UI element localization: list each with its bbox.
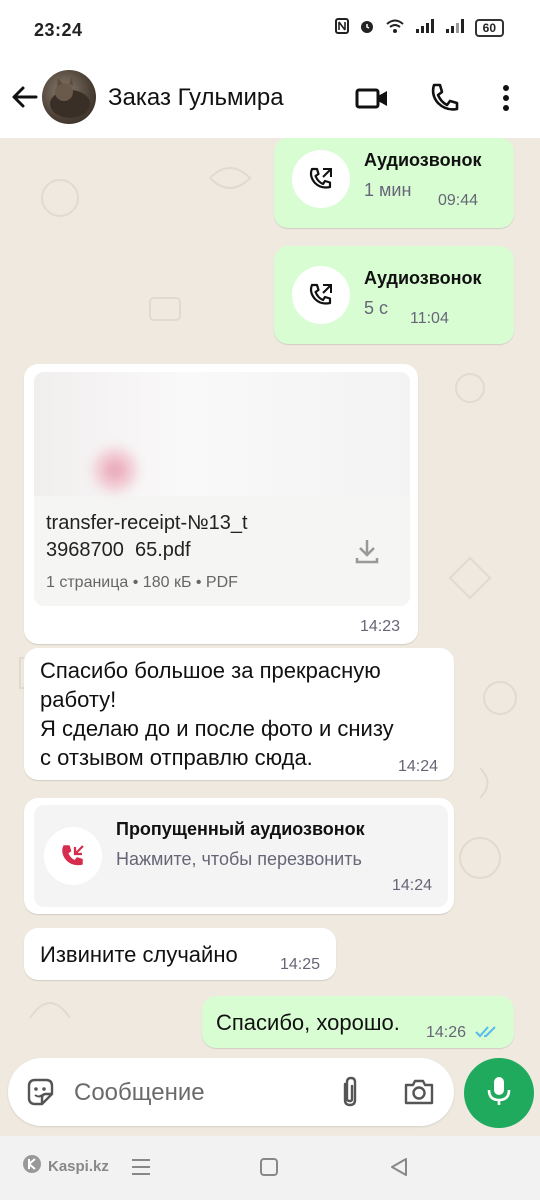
- menu-nav-icon[interactable]: [130, 1156, 152, 1183]
- message-composer: [8, 1058, 454, 1126]
- message-bubble[interactable]: Извините случайно 14:25: [24, 928, 336, 980]
- kaspi-watermark: Kaspi.kz: [22, 1154, 109, 1178]
- status-icons: 60: [334, 18, 504, 37]
- nfc-icon: [334, 18, 349, 37]
- kaspi-logo-icon: [22, 1154, 42, 1178]
- status-time: 23:24: [34, 20, 83, 40]
- wifi-icon: [385, 18, 405, 37]
- message-input[interactable]: [72, 1074, 326, 1112]
- alarm-icon: [359, 18, 375, 37]
- camera-icon[interactable]: [402, 1076, 436, 1113]
- outgoing-call-icon: [292, 150, 350, 208]
- video-call-icon[interactable]: [354, 80, 390, 116]
- system-nav-bar: Kaspi.kz: [0, 1136, 540, 1200]
- chat-header: Заказ Гульмира: [0, 62, 540, 138]
- document-name: transfer-receipt-№13_t 3968700 ⁠‍⁠ ‍⁠65.…: [46, 512, 248, 561]
- call-title: Аудиозвонок: [364, 150, 482, 170]
- message-text: Спасибо большое за прекрасную работу! Я …: [40, 658, 394, 770]
- download-icon[interactable]: [352, 536, 382, 571]
- message-bubble[interactable]: Спасибо большое за прекрасную работу! Я …: [24, 648, 454, 780]
- missed-call-title: Пропущенный аудиозвонок: [116, 819, 365, 839]
- call-duration: 1 мин: [364, 180, 412, 200]
- home-nav-icon[interactable]: [258, 1156, 280, 1183]
- call-bubble-1[interactable]: Аудиозвонок 1 мин 09:44: [274, 138, 514, 228]
- voice-call-icon[interactable]: [426, 80, 462, 116]
- message-text: Извините случайно: [40, 942, 238, 967]
- message-time: 14:24: [398, 758, 439, 775]
- voice-record-button[interactable]: [464, 1058, 534, 1128]
- message-time: 14:25: [280, 956, 321, 973]
- attach-icon[interactable]: [338, 1074, 362, 1115]
- contact-name[interactable]: Заказ Гульмира: [108, 84, 284, 112]
- message-time: 09:44: [438, 192, 479, 209]
- read-ticks-icon: [474, 1024, 500, 1045]
- missed-call-subtitle: Нажмите, чтобы перезвонить: [116, 849, 362, 869]
- call-title: Аудиозвонок: [364, 268, 482, 288]
- back-arrow-icon[interactable]: [10, 82, 40, 112]
- chat-area[interactable]: Аудиозвонок 1 мин 09:44 Аудиозвонок 5 с …: [0, 138, 540, 1060]
- message-time: 14:26: [426, 1024, 467, 1041]
- message-bubble-outgoing[interactable]: Спасибо, хорошо. 14:26: [202, 996, 514, 1048]
- document-preview[interactable]: [34, 372, 410, 496]
- emoji-sticker-icon[interactable]: [24, 1076, 56, 1113]
- document-card[interactable]: transfer-receipt-№13_t 3968700 ⁠‍⁠ ‍⁠65.…: [34, 372, 410, 606]
- signal-icon: [415, 18, 435, 37]
- message-time: 14:23: [360, 618, 401, 635]
- message-time: 14:24: [392, 877, 433, 894]
- microphone-icon: [484, 1074, 514, 1113]
- status-bar: 23:24 60: [0, 0, 540, 62]
- contact-avatar[interactable]: [42, 70, 96, 124]
- back-nav-icon[interactable]: [388, 1156, 410, 1183]
- message-time: 11:04: [410, 310, 449, 327]
- call-duration: 5 с: [364, 298, 389, 318]
- signal2-icon: [445, 18, 465, 37]
- missed-call-card[interactable]: Пропущенный аудиозвонок Нажмите, чтобы п…: [34, 805, 448, 907]
- battery-indicator: 60: [474, 18, 504, 37]
- document-meta: 1 страница • 180 кБ • PDF: [46, 574, 238, 591]
- missed-call-icon: [44, 827, 102, 885]
- more-options-icon[interactable]: [490, 80, 526, 116]
- outgoing-call-icon: [292, 266, 350, 324]
- call-bubble-2[interactable]: Аудиозвонок 5 с 11:04: [274, 246, 514, 344]
- message-text: Спасибо, хорошо.: [216, 1010, 400, 1035]
